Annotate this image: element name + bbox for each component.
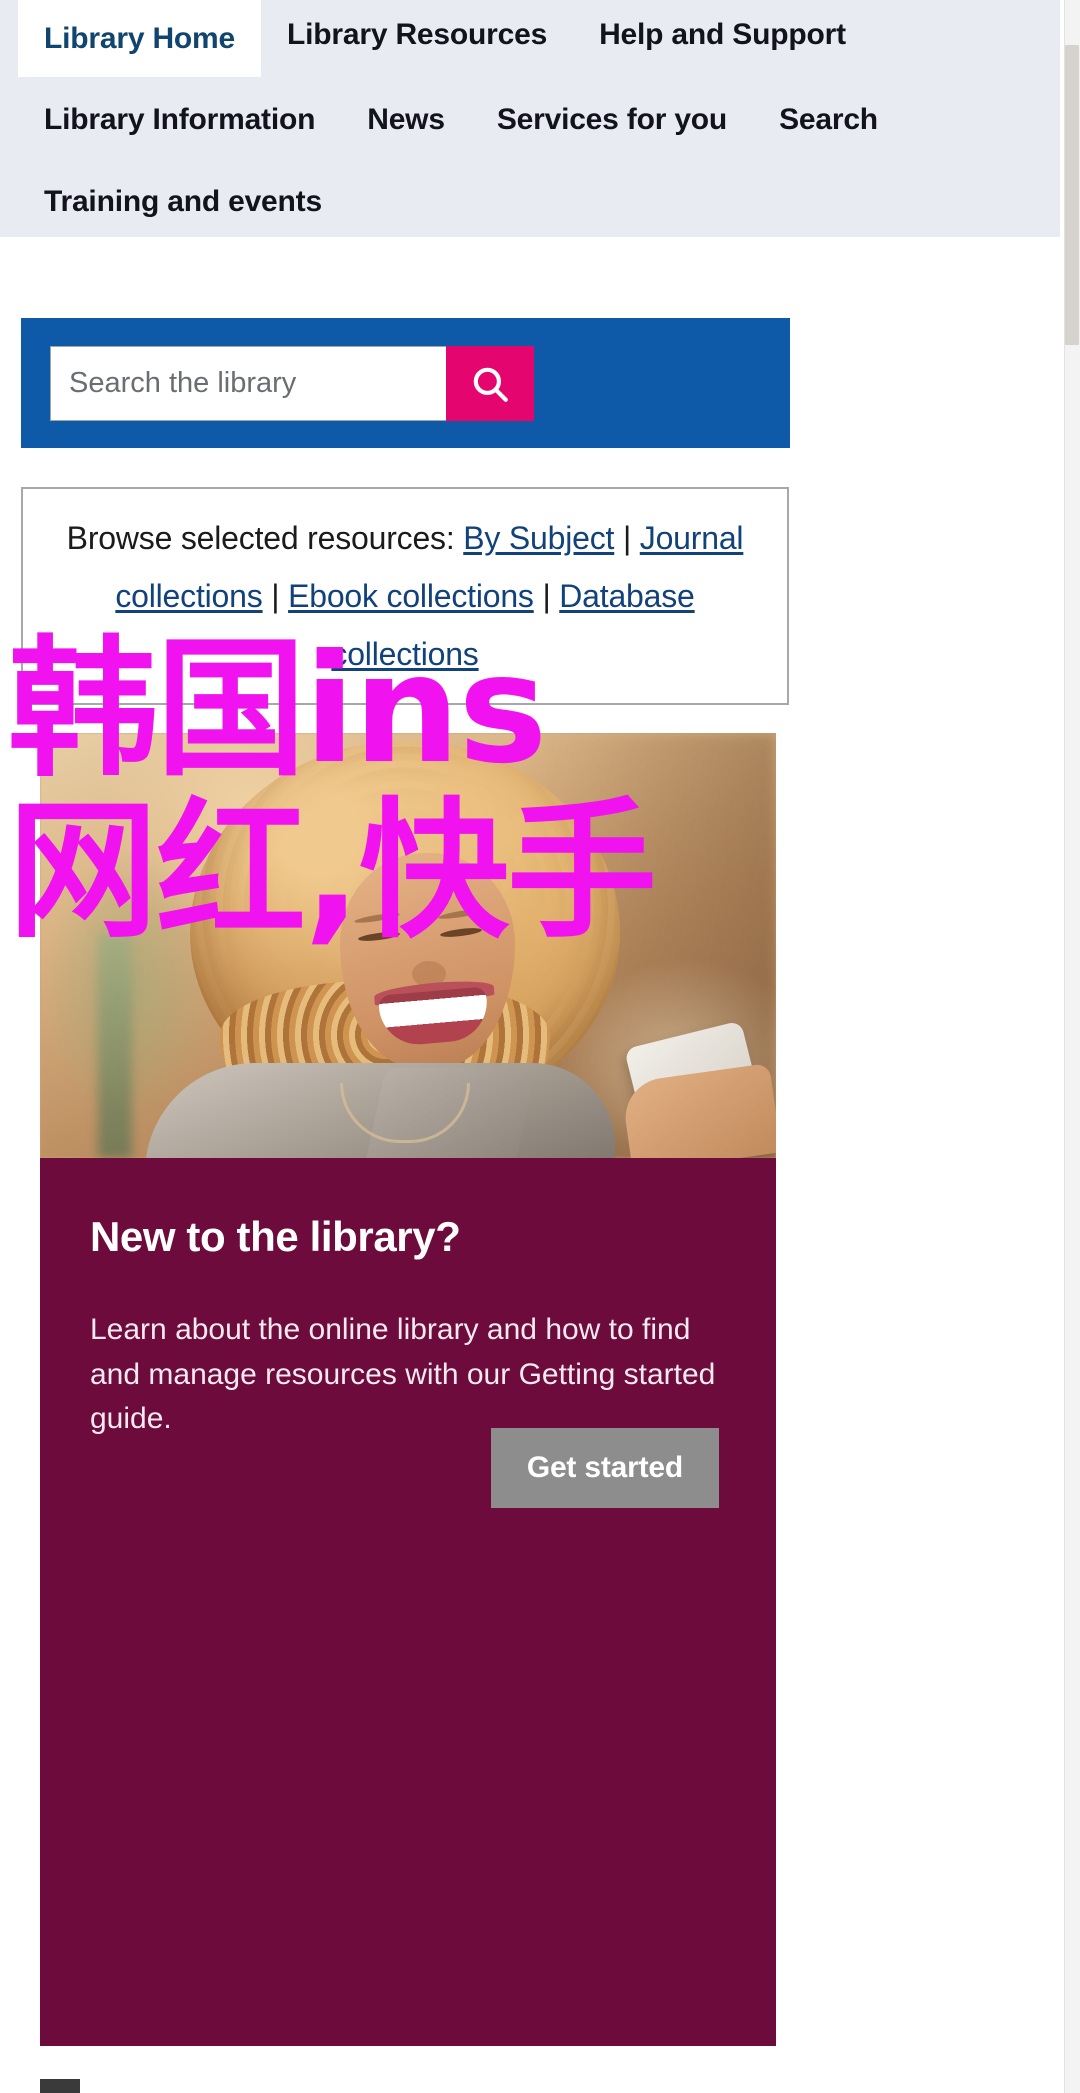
nav-item-help-and-support[interactable]: Help and Support: [573, 0, 872, 69]
browse-resources-box: Browse selected resources: By Subject | …: [21, 487, 789, 705]
browse-resources-text: Browse selected resources: By Subject | …: [49, 509, 761, 684]
promo-body: Learn about the online library and how t…: [90, 1313, 716, 1436]
browse-link-ebook-collections[interactable]: Ebook collections: [288, 578, 534, 614]
search-form: [50, 346, 534, 421]
nav-row-3: Training and events: [0, 159, 1060, 237]
nav-item-label: Library Information: [44, 103, 316, 136]
search-icon: [469, 363, 511, 405]
promo-panel: New to the library? Learn about the onli…: [40, 1158, 776, 2046]
nav-item-services-for-you[interactable]: Services for you: [471, 85, 753, 154]
main-navigation: Library Home Library Resources Help and …: [0, 0, 1060, 237]
new-to-library-card: New to the library? Learn about the onli…: [40, 733, 776, 2046]
get-started-button[interactable]: Get started: [490, 1428, 719, 1508]
nav-item-label: News: [367, 103, 445, 136]
search-submit-button[interactable]: [446, 346, 534, 421]
nav-item-label: Library Resources: [287, 18, 548, 51]
browse-separator-3: |: [542, 577, 551, 614]
library-search-panel: [21, 318, 790, 448]
photo-pole-blur: [98, 933, 132, 1158]
page-scrollbar-thumb[interactable]: [1065, 45, 1079, 345]
browse-separator-2: |: [271, 577, 280, 614]
nav-item-label: Library Home: [44, 21, 235, 55]
page-root: Library Home Library Resources Help and …: [0, 0, 1080, 2093]
nav-item-label: Help and Support: [599, 18, 846, 51]
nav-item-label: Services for you: [496, 103, 728, 136]
nav-item-label: Search: [779, 103, 878, 136]
browse-label: Browse selected resources:: [66, 519, 455, 556]
search-input[interactable]: [50, 346, 446, 421]
nav-item-training-and-events[interactable]: Training and events: [18, 167, 348, 236]
nav-item-search[interactable]: Search: [753, 85, 904, 154]
nav-item-library-information[interactable]: Library Information: [18, 85, 341, 154]
hero-photo: [40, 733, 776, 1158]
promo-cta-wrapper: Get started: [40, 1428, 776, 1508]
nav-item-label: Training and events: [44, 185, 322, 218]
nav-row-2: Library Information News Services for yo…: [0, 77, 1060, 159]
page-scrollbar-track[interactable]: [1064, 0, 1080, 2093]
promo-title: New to the library?: [90, 1213, 461, 1260]
nav-item-library-home[interactable]: Library Home: [18, 0, 261, 77]
bottom-partial-element: [40, 2079, 80, 2093]
nav-item-news[interactable]: News: [341, 85, 471, 154]
browse-link-by-subject[interactable]: By Subject: [463, 520, 614, 556]
browse-separator-1: |: [622, 519, 632, 556]
nav-item-library-resources[interactable]: Library Resources: [261, 0, 573, 69]
nav-row-1: Library Home Library Resources Help and …: [0, 0, 1060, 77]
